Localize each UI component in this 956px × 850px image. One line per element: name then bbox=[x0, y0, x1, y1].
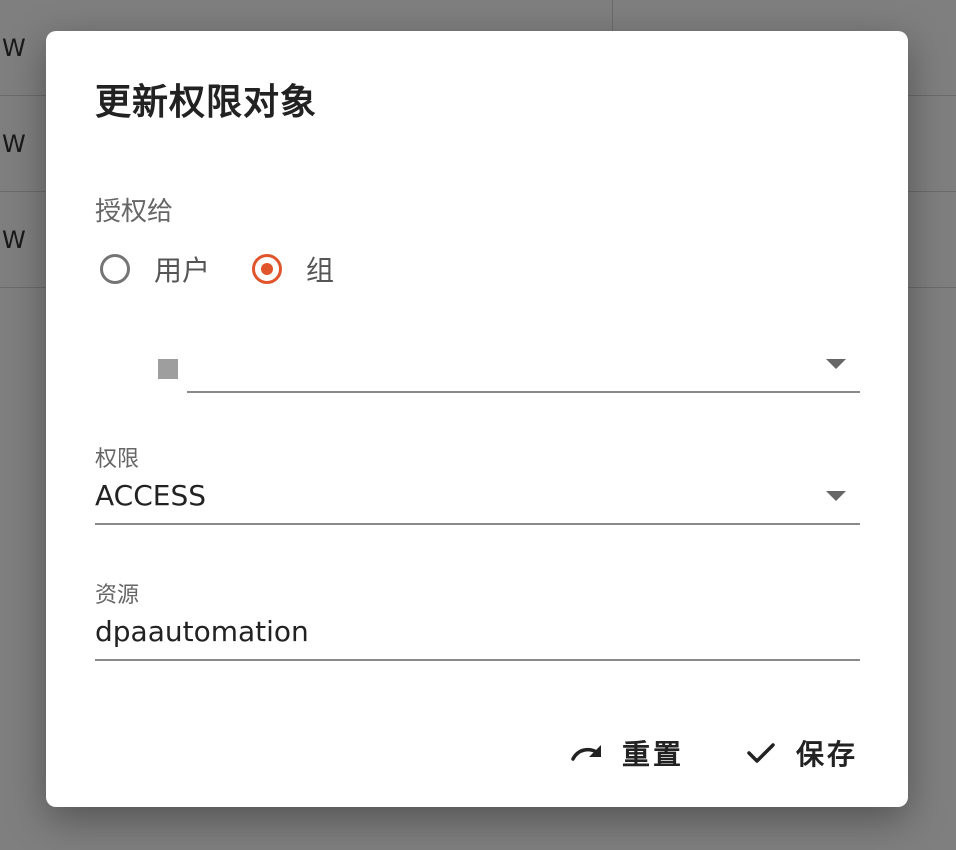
radio-option-user[interactable]: 用户 bbox=[100, 249, 210, 289]
group-square-icon bbox=[158, 359, 178, 379]
resource-field: 资源 dpaautomation bbox=[95, 577, 860, 661]
resource-label: 资源 bbox=[95, 583, 140, 608]
reset-label: 重置 bbox=[621, 738, 684, 771]
radio-checked-icon[interactable] bbox=[252, 254, 283, 284]
dialog-actions: 重置 保存 bbox=[510, 733, 858, 773]
grant-to-radio-group: 用户 组 bbox=[100, 249, 376, 289]
permission-label: 权限 bbox=[95, 447, 140, 472]
update-permission-dialog: 更新权限对象 授权给 用户 组 权限 ACCESS 资源 dpaautomati… bbox=[46, 31, 908, 807]
radio-option-group[interactable]: 组 bbox=[252, 249, 334, 289]
permission-select[interactable]: ACCESS bbox=[95, 471, 860, 525]
reset-button[interactable]: 重置 bbox=[570, 733, 684, 773]
caret-down-icon[interactable] bbox=[826, 359, 846, 369]
caret-down-icon[interactable] bbox=[826, 491, 846, 501]
redo-icon bbox=[570, 739, 604, 767]
checkmark-icon bbox=[744, 739, 778, 767]
radio-label-group: 组 bbox=[306, 254, 335, 287]
resource-input[interactable]: dpaautomation bbox=[95, 607, 860, 661]
save-button[interactable]: 保存 bbox=[744, 733, 858, 773]
radio-unchecked-icon[interactable] bbox=[100, 254, 130, 284]
radio-label-user: 用户 bbox=[154, 254, 211, 287]
save-label: 保存 bbox=[795, 738, 858, 771]
grant-to-label: 授权给 bbox=[95, 197, 174, 227]
permission-field: 权限 ACCESS bbox=[95, 441, 860, 525]
group-select[interactable] bbox=[187, 341, 860, 393]
resource-value: dpaautomation bbox=[95, 615, 309, 648]
permission-value: ACCESS bbox=[95, 479, 207, 512]
group-select-field bbox=[154, 341, 860, 393]
dialog-title: 更新权限对象 bbox=[95, 82, 318, 123]
